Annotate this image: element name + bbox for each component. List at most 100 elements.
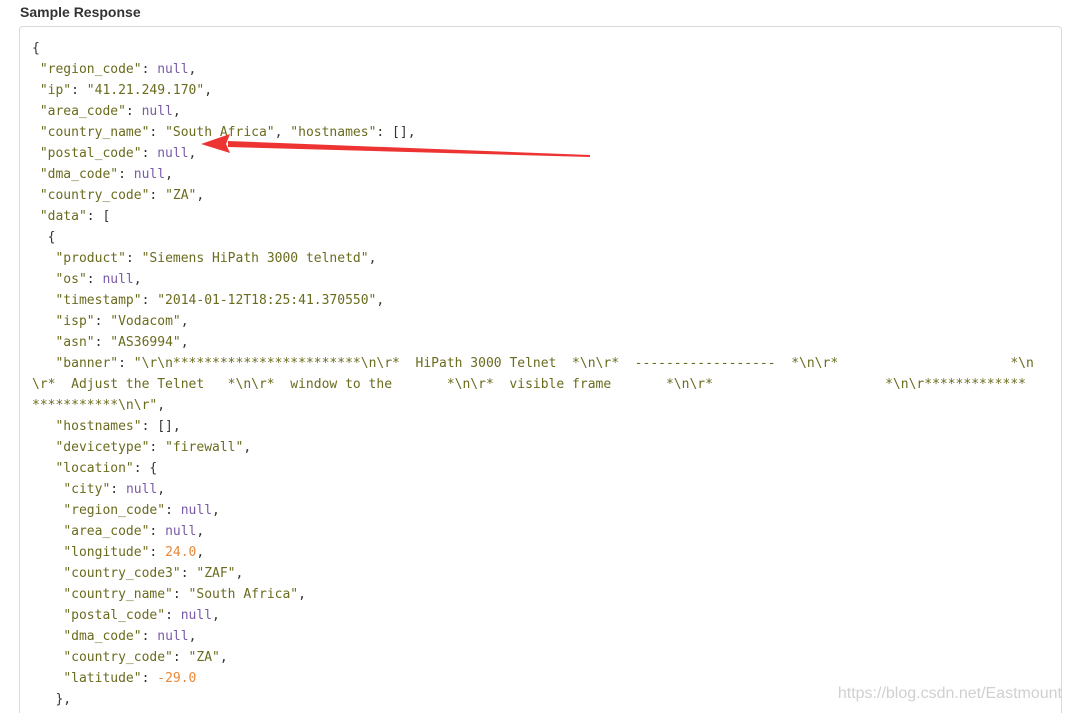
json-null-token: null [165,524,197,539]
code-line: "area_code": null, [32,101,1034,122]
json-string-token: "latitude" [63,671,142,686]
json-string-token: "AS36994" [110,335,181,350]
json-punctuation-token [32,293,55,308]
json-punctuation-token: : [], [141,419,181,434]
code-line: \r* Adjust the Telnet *\n\r* window to t… [32,374,1034,395]
json-null-token: null [157,62,189,77]
json-string-token: "isp" [55,314,95,329]
json-string-token: "hostnames" [290,125,377,140]
json-string-token: "timestamp" [55,293,142,308]
json-punctuation-token: , [196,188,205,203]
code-line: "country_name": "South Africa", "hostnam… [32,122,1034,143]
json-null-token: null [157,146,189,161]
code-line: "country_code": "ZA", [32,185,1034,206]
json-punctuation-token: , [133,272,142,287]
json-punctuation-token [32,524,63,539]
code-line: "timestamp": "2014-01-12T18:25:41.370550… [32,290,1034,311]
code-line: "dma_code": null, [32,626,1034,647]
json-punctuation-token: , [212,503,220,518]
json-punctuation-token: : [118,356,134,371]
json-punctuation-token [32,482,63,497]
json-punctuation-token: , [235,566,244,581]
json-null-token: null [180,608,213,623]
code-line: "os": null, [32,269,1034,290]
json-punctuation-token [32,461,55,476]
json-punctuation-token [32,251,55,266]
json-punctuation-token [32,62,40,77]
json-punctuation-token: : [125,104,142,119]
json-string-token: "South Africa" [165,125,275,140]
json-punctuation-token: , [204,83,213,98]
json-string-token: "Vodacom" [110,314,181,329]
json-null-token: null [157,629,189,644]
code-line: { [32,227,1034,248]
json-punctuation-token: : [149,188,166,203]
json-punctuation-token: : [110,482,126,497]
json-punctuation-token [32,419,55,434]
json-punctuation-token: : [86,272,103,287]
json-punctuation-token [32,650,63,665]
json-string-token: "devicetype" [55,440,150,455]
json-string-token: "ZAF" [196,566,236,581]
json-punctuation-token: : [141,671,158,686]
json-punctuation-token: : [172,650,189,665]
json-string-token: "asn" [55,335,95,350]
json-punctuation-token: , [165,167,173,182]
json-punctuation-token [32,629,63,644]
json-punctuation-token: , [180,314,189,329]
json-punctuation-token: , [243,440,252,455]
code-line: "postal_code": null, [32,605,1034,626]
json-punctuation-token: : [118,167,134,182]
json-null-token: null [102,272,134,287]
json-punctuation-token: : [94,335,111,350]
json-string-token: "\r\n************************\n\r* HiPat… [133,356,1034,371]
json-string-token: "product" [55,251,126,266]
json-punctuation-token: : [], [376,125,416,140]
json-string-token: "region_code" [63,503,166,518]
json-punctuation-token: , [188,629,197,644]
json-punctuation-token: , [219,650,228,665]
json-punctuation-token [32,272,55,287]
json-string-token: ***********\n\r" [32,398,158,413]
code-line: "country_code": "ZA", [32,647,1034,668]
code-line: ***********\n\r", [32,395,1034,416]
json-punctuation-token [32,356,55,371]
json-null-token: null [141,104,173,119]
code-line: "location": { [32,458,1034,479]
code-line: "longitude": 24.0, [32,542,1034,563]
json-string-token: "country_name" [39,125,150,140]
code-line: "asn": "AS36994", [32,332,1034,353]
sample-response-panel[interactable]: { "region_code": null, "ip": "41.21.249.… [19,26,1062,713]
json-punctuation-token: : [172,587,189,602]
json-punctuation-token: , [274,125,291,140]
json-string-token: "2014-01-12T18:25:41.370550" [157,293,377,308]
section-title: Sample Response [20,4,141,20]
json-punctuation-token: : [125,251,142,266]
code-line: "country_name": "South Africa", [32,584,1034,605]
json-punctuation-token: { [32,41,40,56]
code-line: "isp": "Vodacom", [32,311,1034,332]
json-string-token: "country_code" [39,188,150,203]
json-string-token: "41.21.249.170" [86,83,205,98]
json-string-token: "longitude" [63,545,150,560]
json-punctuation-token [32,83,40,98]
json-punctuation-token: , [376,293,385,308]
code-line: "product": "Siemens HiPath 3000 telnetd"… [32,248,1034,269]
json-null-token: null [180,503,213,518]
json-punctuation-token [32,671,63,686]
json-string-token: "area_code" [39,104,126,119]
json-punctuation-token: : [149,440,166,455]
code-line: { [32,38,1034,59]
json-punctuation-token: , [180,335,189,350]
json-punctuation-token: : [165,503,181,518]
json-punctuation-token [32,104,40,119]
json-punctuation-token: }, [32,692,72,707]
json-punctuation-token [32,335,55,350]
json-string-token: "city" [63,482,111,497]
json-string-token: "location" [55,461,134,476]
json-punctuation-token: , [188,146,197,161]
json-punctuation-token: , [196,524,205,539]
json-string-token: "banner" [55,356,119,371]
json-string-token: "Siemens HiPath 3000 telnetd" [141,251,369,266]
json-punctuation-token: , [212,608,220,623]
